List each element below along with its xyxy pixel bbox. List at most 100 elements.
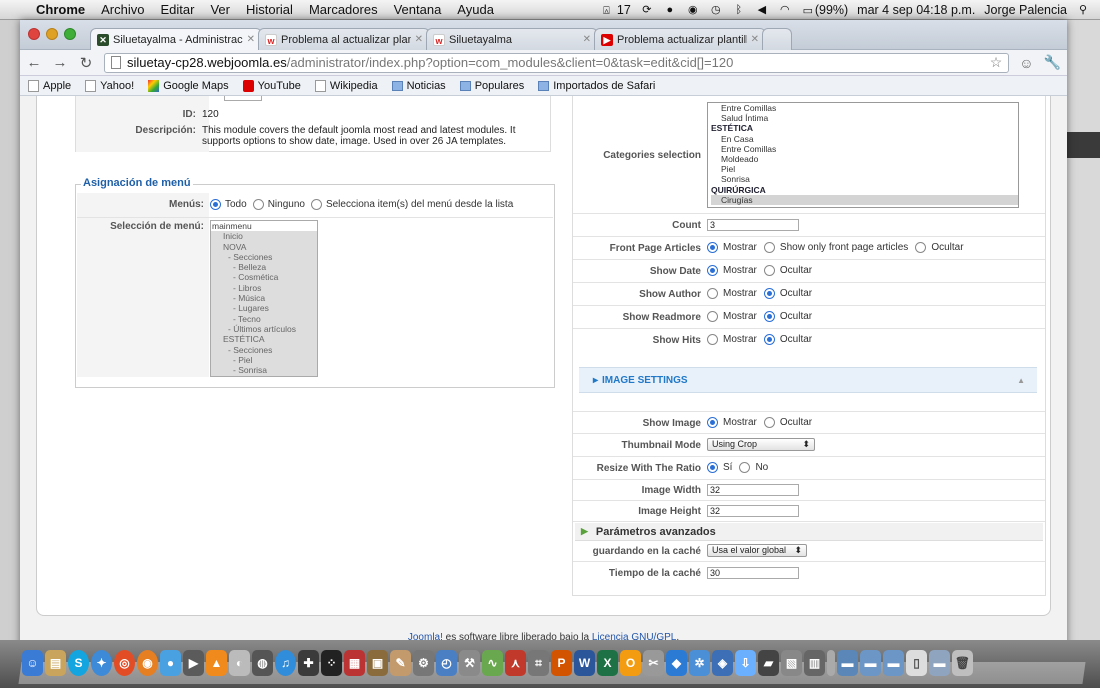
option-no[interactable]: No: [755, 462, 768, 473]
option-show-only-front[interactable]: Show only front page articles: [780, 242, 908, 253]
outlook-icon[interactable]: O: [620, 650, 641, 676]
option-ocultar[interactable]: Ocultar: [931, 242, 963, 253]
excel-icon[interactable]: X: [597, 650, 618, 676]
bookmark-youtube[interactable]: YouTube: [242, 79, 301, 92]
collapse-arrow-icon[interactable]: ▲: [1017, 376, 1025, 385]
list-item[interactable]: - Cosmética: [211, 272, 317, 282]
option-ocultar[interactable]: Ocultar: [780, 288, 812, 299]
cache-time-input[interactable]: 30: [707, 567, 799, 579]
bookmark-yahoo[interactable]: Yahoo!: [85, 79, 134, 92]
bookmark-wikipedia[interactable]: Wikipedia: [314, 79, 378, 92]
list-item[interactable]: Inicio: [211, 231, 317, 241]
powerpoint-icon[interactable]: P: [551, 650, 572, 676]
previous-field-input[interactable]: [224, 96, 262, 101]
thumbnail-mode-select[interactable]: Using Crop ⬍: [707, 438, 815, 451]
forward-arrow-icon[interactable]: →: [52, 54, 68, 71]
app-icon[interactable]: ▥: [804, 650, 825, 676]
bookmark-folder-noticias[interactable]: Noticias: [391, 80, 446, 92]
address-bar[interactable]: siluetay-cp28.webjoomla.es/administrator…: [104, 52, 1010, 73]
list-item[interactable]: - Piel: [211, 355, 317, 365]
back-arrow-icon[interactable]: ←: [26, 54, 42, 71]
record-icon[interactable]: ●: [663, 4, 677, 16]
cache-select[interactable]: Usa el valor global ⬍: [707, 544, 807, 557]
list-item[interactable]: QUIRÚRGICA: [711, 185, 1018, 195]
list-item[interactable]: - Lugares: [211, 303, 317, 313]
menu-app-name[interactable]: Chrome: [28, 2, 93, 17]
list-item[interactable]: Entre Comillas: [711, 144, 1018, 154]
list-item[interactable]: - Música: [211, 293, 317, 303]
applications-stack-icon[interactable]: ▬: [883, 650, 904, 676]
advanced-params-header[interactable]: ▶ Parámetros avanzados: [575, 523, 1043, 541]
radio-resize-si[interactable]: [707, 462, 718, 473]
radio-author-mostrar[interactable]: [707, 288, 718, 299]
folder-icon[interactable]: ▤: [45, 650, 66, 676]
eye-icon[interactable]: ◉: [686, 4, 700, 16]
acrobat-icon[interactable]: ⋏: [505, 650, 526, 676]
list-item[interactable]: Sonrisa: [711, 174, 1018, 184]
radio-image-mostrar[interactable]: [707, 417, 718, 428]
folder-stack-icon[interactable]: ▬: [929, 650, 950, 676]
preferences-icon[interactable]: ⚙: [413, 650, 434, 676]
list-item[interactable]: En Casa: [711, 134, 1018, 144]
list-item[interactable]: Piel: [711, 164, 1018, 174]
vlc-icon[interactable]: ▲: [206, 650, 227, 676]
option-si[interactable]: Sí: [723, 462, 732, 473]
volume-icon[interactable]: ◀: [755, 4, 769, 16]
dashboard-icon[interactable]: ✚: [298, 650, 319, 676]
option-mostrar[interactable]: Mostrar: [723, 242, 757, 253]
download-icon[interactable]: ⇩: [735, 650, 756, 676]
menu-selection-listbox[interactable]: mainmenu Inicio NOVA - Secciones - Belle…: [210, 220, 318, 377]
word-icon[interactable]: W: [574, 650, 595, 676]
sync-icon[interactable]: ⟳: [640, 4, 654, 16]
finder-icon[interactable]: ☺: [22, 650, 43, 676]
messages-icon[interactable]: ●: [160, 650, 181, 676]
radio-ninguno[interactable]: [252, 199, 264, 210]
tab-close-icon[interactable]: ✕: [583, 34, 591, 45]
tab-siluetayalma-admin[interactable]: ✕ Siluetayalma - Administració ✕: [90, 28, 262, 50]
reload-icon[interactable]: ↻: [78, 54, 94, 72]
tab-close-icon[interactable]: ✕: [415, 34, 423, 45]
list-item[interactable]: - Secciones: [211, 252, 317, 262]
tab-problema-actualizar[interactable]: w Problema al actualizar planti ✕: [258, 28, 430, 50]
option-mostrar[interactable]: Mostrar: [723, 311, 757, 322]
option-ocultar[interactable]: Ocultar: [780, 265, 812, 276]
radio-date-ocultar[interactable]: [763, 265, 775, 276]
utilities-icon[interactable]: ⚒: [459, 650, 480, 676]
option-mostrar[interactable]: Mostrar: [723, 417, 757, 428]
list-item[interactable]: ESTÉTICA: [711, 123, 1018, 133]
list-item[interactable]: Entre Comillas: [711, 103, 1018, 113]
trash-icon[interactable]: 🗑: [952, 650, 973, 676]
bookmark-folder-populares[interactable]: Populares: [459, 80, 524, 92]
documents-stack-icon[interactable]: ▬: [837, 650, 858, 676]
calendar-icon[interactable]: ▦: [344, 650, 365, 676]
radio-todo[interactable]: [210, 199, 221, 210]
list-item[interactable]: Cirugías: [711, 194, 1018, 206]
tab-close-icon[interactable]: ✕: [247, 34, 255, 45]
adobe-tray[interactable]: ⍓ 17: [599, 3, 631, 17]
new-tab-button[interactable]: [762, 28, 792, 50]
list-item[interactable]: Salud Íntima: [711, 113, 1018, 123]
terminal-icon[interactable]: ▰: [758, 650, 779, 676]
radio-hits-ocultar[interactable]: [763, 334, 775, 345]
network-icon[interactable]: ✲: [689, 650, 710, 676]
iphoto-icon[interactable]: ▧: [781, 650, 802, 676]
tab-problema-plantilla[interactable]: ▶ Problema actualizar plantilla ✕: [594, 28, 766, 50]
option-mostrar[interactable]: Mostrar: [723, 265, 757, 276]
list-item[interactable]: - Sonrisa: [211, 365, 317, 375]
option-selecciona[interactable]: Selecciona item(s) del menú desde la lis…: [326, 199, 513, 210]
menu-historial[interactable]: Historial: [238, 2, 301, 17]
image-height-input[interactable]: 32: [707, 505, 799, 517]
option-mostrar[interactable]: Mostrar: [723, 288, 757, 299]
screenshot-icon[interactable]: ⌗: [528, 650, 549, 676]
categories-listbox[interactable]: Entre Comillas Salud Íntima ESTÉTICA En Cas…: [707, 102, 1019, 208]
menu-ayuda[interactable]: Ayuda: [449, 2, 502, 17]
option-todo[interactable]: Todo: [225, 199, 247, 210]
radio-fp-only[interactable]: [763, 242, 775, 253]
option-ocultar[interactable]: Ocultar: [780, 311, 812, 322]
time-machine-icon[interactable]: ◷: [709, 4, 723, 16]
menu-editar[interactable]: Editar: [152, 2, 202, 17]
firefox-icon[interactable]: ◉: [137, 650, 158, 676]
list-item[interactable]: - Tecno: [211, 314, 317, 324]
chrome-icon[interactable]: ◎: [114, 650, 135, 676]
document-icon[interactable]: ▯: [906, 650, 927, 676]
